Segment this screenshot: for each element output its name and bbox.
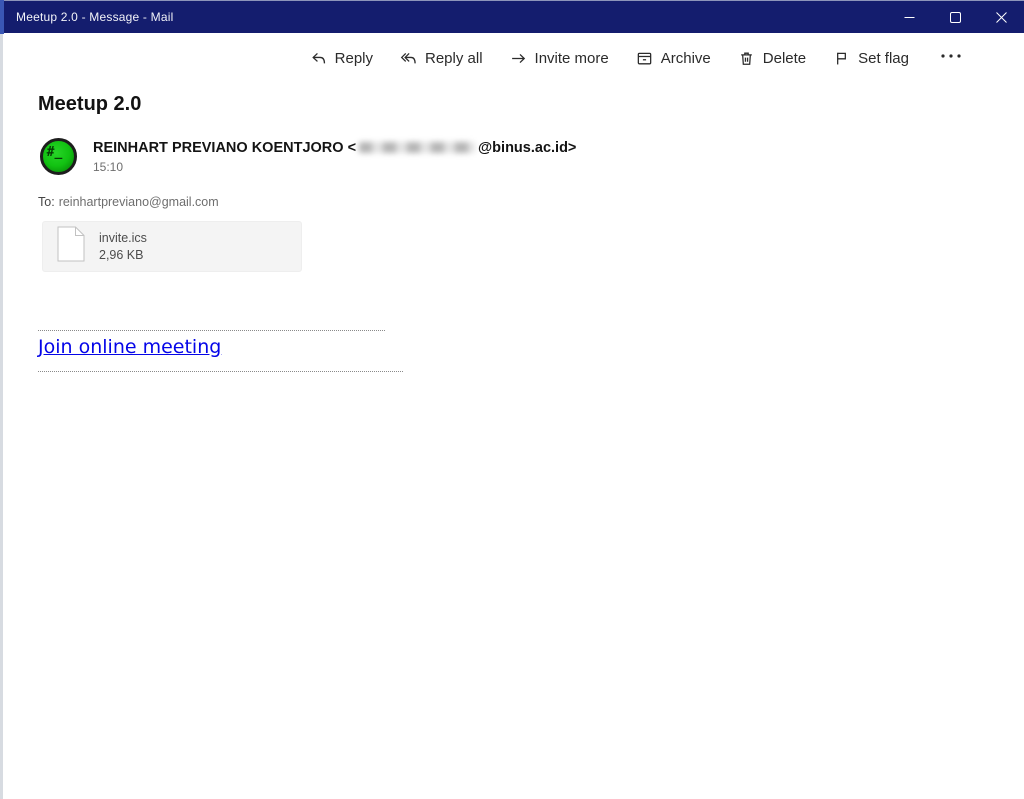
ellipsis-icon [940,48,962,68]
archive-icon [636,50,653,67]
sender-domain: @binus.ac.id> [478,140,577,156]
archive-button[interactable]: Archive [636,50,711,67]
dotted-separator-top [38,330,385,331]
invite-more-button[interactable]: Invite more [510,50,609,67]
redacted-email-local-part [359,142,476,153]
more-options-button[interactable] [936,48,966,68]
attachment-filename: invite.ics [99,231,147,245]
background-window-edge [0,34,3,799]
message-toolbar: Reply Reply all Invite more Archive Dele… [310,42,966,74]
arrow-right-icon [510,50,527,67]
sender-avatar[interactable]: #_ [40,138,77,175]
titlebar[interactable]: Meetup 2.0 - Message - Mail [4,0,1024,33]
close-icon [995,12,1007,23]
flag-icon [833,50,850,67]
attachment-card[interactable]: invite.ics 2,96 KB [42,221,302,272]
join-online-meeting-link[interactable]: Join online meeting [38,336,221,358]
trash-icon [738,50,755,67]
close-button[interactable] [978,1,1024,34]
toolbar-item-label: Reply all [425,49,483,67]
toolbar-item-label: Delete [762,49,807,67]
to-address: reinhartpreviano@gmail.com [58,195,219,209]
set-flag-button[interactable]: Set flag [833,50,909,67]
maximize-button[interactable] [932,1,978,34]
toolbar-item-label: Invite more [534,49,609,67]
maximize-icon [949,12,961,23]
window-controls [886,1,1024,34]
message-subject: Meetup 2.0 [38,93,142,115]
to-label: To: [38,195,55,209]
attachment-info: invite.ics 2,96 KB [99,231,147,262]
attachment-size: 2,96 KB [99,248,144,262]
minimize-icon [904,12,915,23]
recipient-line: To: reinhartpreviano@gmail.com [38,195,219,209]
window-title: Meetup 2.0 - Message - Mail [16,10,174,24]
dotted-separator-bottom [38,371,403,372]
avatar-glyph: #_ [46,145,63,160]
file-icon [57,226,85,267]
toolbar-item-label: Reply [334,49,373,67]
sender-name: REINHART PREVIANO KOENTJORO < [93,140,357,156]
toolbar-item-label: Set flag [858,49,909,67]
reply-all-button[interactable]: Reply all [400,50,483,67]
reply-button[interactable]: Reply [310,50,373,67]
delete-button[interactable]: Delete [738,50,806,67]
reply-all-icon [400,50,417,67]
minimize-button[interactable] [886,1,932,34]
reply-icon [310,50,327,67]
sender-line: REINHART PREVIANO KOENTJORO < @binus.ac.i… [93,140,576,156]
message-time: 15:10 [93,160,124,174]
toolbar-item-label: Archive [660,49,711,67]
